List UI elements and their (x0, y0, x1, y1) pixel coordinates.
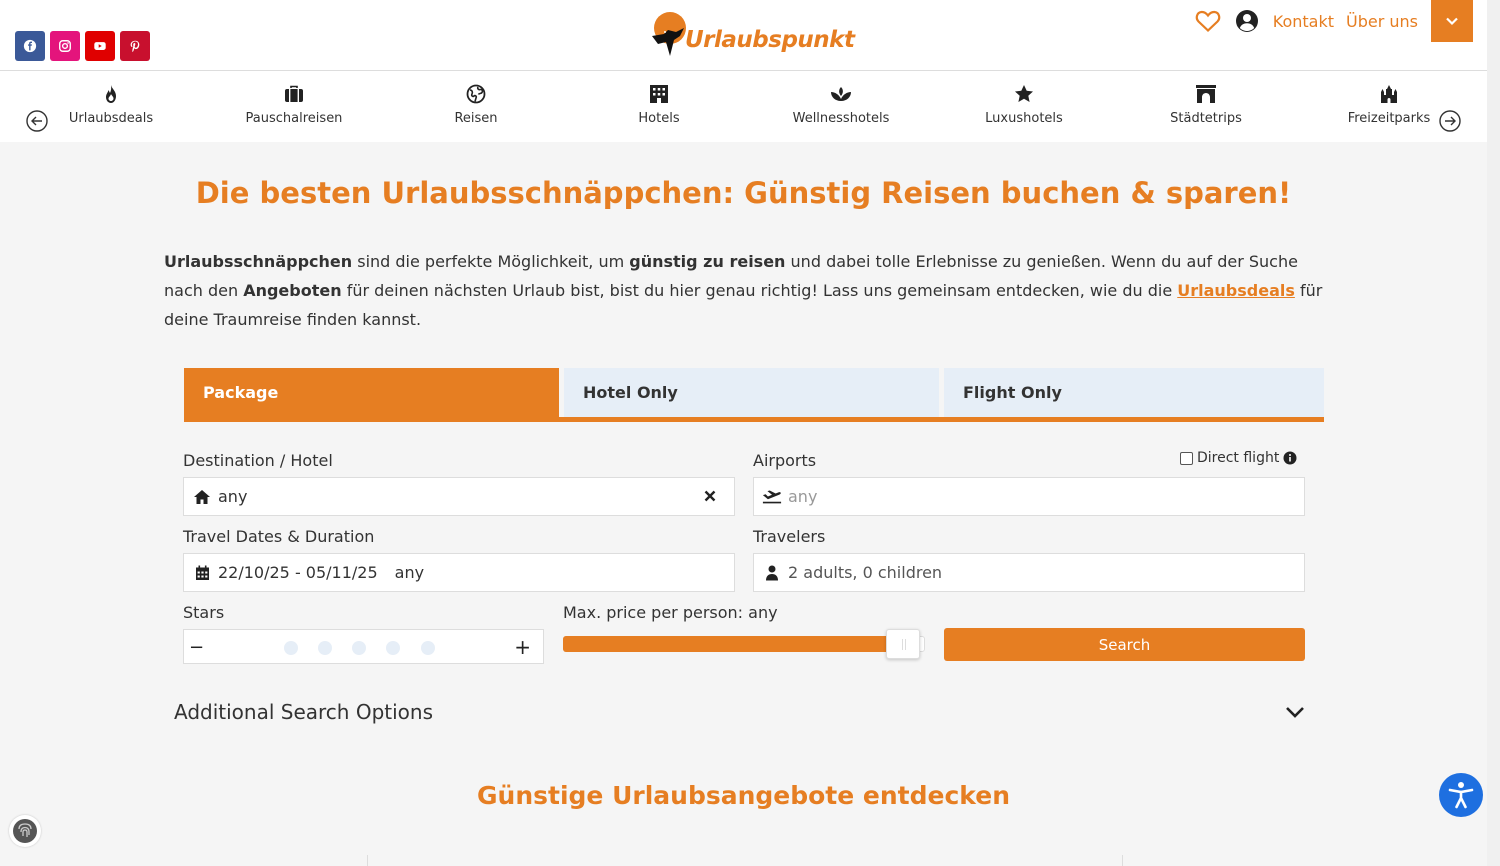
chevron-down-icon (1446, 17, 1458, 26)
contact-link[interactable]: Kontakt (1273, 12, 1334, 31)
category-wellnesshotels[interactable]: Wellnesshotels (771, 83, 911, 126)
additional-options-toggle[interactable]: Additional Search Options (174, 700, 433, 724)
airports-label: Airports (753, 451, 817, 470)
search-tabs: Package Hotel Only Flight Only (184, 368, 1324, 422)
page-title: Die besten Urlaubsschnäppchen: Günstig R… (195, 176, 1292, 210)
destination-label: Destination / Hotel (183, 451, 333, 470)
travelers-field[interactable]: 2 adults, 0 children (753, 553, 1305, 592)
airports-input[interactable] (788, 487, 1188, 506)
dates-value: 22/10/25 - 05/11/25 (218, 563, 378, 582)
stars-increase-button[interactable]: + (514, 635, 531, 659)
user-account-icon[interactable] (1235, 9, 1259, 33)
category-freizeitparks[interactable]: Freizeitparks (1319, 83, 1459, 126)
info-icon[interactable] (1283, 451, 1297, 465)
hotel-icon (650, 85, 668, 103)
airports-field[interactable] (753, 477, 1305, 516)
clear-icon[interactable] (702, 488, 718, 504)
slider-fill (563, 636, 892, 652)
fire-icon (106, 85, 116, 103)
home-icon (194, 489, 210, 504)
menu-toggle-button[interactable] (1431, 0, 1473, 42)
urlaubsdeals-link[interactable]: Urlaubsdeals (1177, 281, 1295, 300)
category-nav: Urlaubsdeals Pauschalreisen Reisen Hotel… (0, 71, 1500, 142)
category-pauschalreisen[interactable]: Pauschalreisen (224, 83, 364, 126)
instagram-icon[interactable] (50, 31, 80, 61)
globe-icon (466, 84, 486, 104)
plane-departure-icon (762, 489, 782, 503)
card-divider (367, 855, 368, 866)
tab-package[interactable]: Package (184, 368, 559, 417)
cookie-settings-button[interactable] (9, 815, 41, 847)
card-divider (1122, 855, 1123, 866)
star-dot[interactable] (352, 641, 366, 655)
about-link[interactable]: Über uns (1346, 12, 1418, 31)
travelers-label: Travelers (753, 527, 826, 546)
youtube-icon[interactable] (85, 31, 115, 61)
dates-field[interactable]: 22/10/25 - 05/11/25 any (183, 553, 735, 592)
person-icon (766, 565, 778, 580)
direct-flight-option[interactable]: Direct flight (1180, 450, 1297, 466)
tab-flight-only[interactable]: Flight Only (944, 368, 1324, 417)
page-scrollbar[interactable] (1487, 0, 1500, 866)
search-button[interactable]: Search (944, 628, 1305, 661)
category-hotels[interactable]: Hotels (589, 83, 729, 126)
fingerprint-icon (13, 819, 37, 843)
star-dot[interactable] (318, 641, 332, 655)
facebook-icon[interactable] (15, 31, 45, 61)
intro-paragraph: Urlaubsschnäppchen sind die perfekte Mög… (164, 252, 1323, 329)
arrow-right-icon[interactable] (1439, 110, 1461, 132)
heart-icon[interactable] (1195, 9, 1221, 33)
star-icon (1015, 85, 1033, 102)
calendar-icon (195, 565, 209, 580)
suitcase-icon (285, 85, 303, 102)
direct-flight-checkbox[interactable] (1180, 451, 1193, 465)
archway-icon (1196, 85, 1216, 103)
category-staedtetrips[interactable]: Städtetrips (1136, 83, 1276, 126)
category-reisen[interactable]: Reisen (406, 83, 546, 126)
slider-handle[interactable] (886, 629, 920, 659)
accessibility-icon (1448, 782, 1474, 809)
category-urlaubsdeals[interactable]: Urlaubsdeals (41, 83, 181, 126)
price-slider[interactable] (563, 628, 925, 659)
castle-icon (1381, 85, 1397, 103)
accessibility-button[interactable] (1439, 773, 1483, 817)
chevron-down-icon[interactable] (1284, 704, 1306, 720)
site-header: Urlaubspunkt Kontakt Über uns (0, 0, 1500, 71)
spa-icon (831, 87, 851, 101)
pinterest-icon[interactable] (120, 31, 150, 61)
stars-label: Stars (183, 603, 225, 622)
destination-field[interactable] (183, 477, 735, 516)
star-dot[interactable] (386, 641, 400, 655)
tab-hotel-only[interactable]: Hotel Only (564, 368, 939, 417)
section-title: Günstige Urlaubsangebote entdecken (477, 781, 1010, 810)
price-label: Max. price per person: any (563, 603, 778, 622)
travelers-value: 2 adults, 0 children (788, 563, 943, 582)
logo-text: Urlaubspunkt (685, 27, 855, 53)
dates-label: Travel Dates & Duration (183, 527, 375, 546)
category-luxushotels[interactable]: Luxushotels (954, 83, 1094, 126)
site-logo[interactable]: Urlaubspunkt (650, 10, 855, 62)
star-dot[interactable] (284, 641, 298, 655)
header-actions: Kontakt Über uns (1195, 0, 1473, 42)
star-dot[interactable] (421, 641, 435, 655)
social-links (15, 31, 150, 61)
stars-decrease-button[interactable]: − (189, 637, 204, 658)
duration-value[interactable]: any (395, 563, 424, 582)
stars-selector: − + (183, 629, 544, 664)
destination-input[interactable] (218, 487, 618, 506)
